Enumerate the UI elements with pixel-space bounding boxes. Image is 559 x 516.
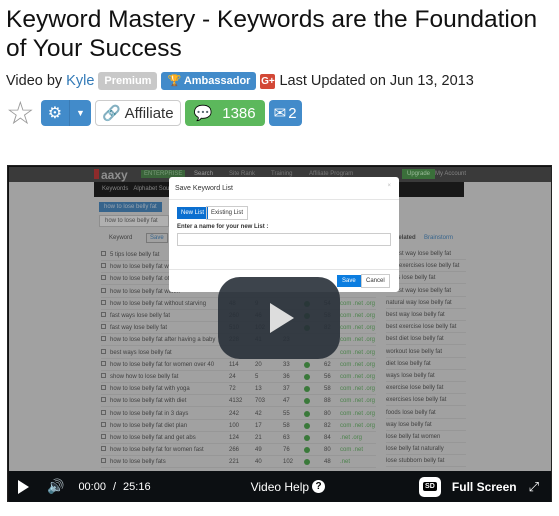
fullscreen-label[interactable]: Full Screen: [452, 480, 517, 494]
modal-cancel-button: Cancel: [361, 274, 390, 288]
play-button[interactable]: [18, 479, 29, 494]
comment-icon: 💬: [193, 105, 213, 122]
list-name-input: [177, 233, 391, 246]
page-title: Keyword Mastery - Keywords are the Found…: [6, 6, 538, 62]
action-bar: ☆ ⚙ ▼ 🔗 Affiliate 💬 1386 ✉ 2: [6, 97, 302, 129]
gear-icon: ⚙: [47, 105, 63, 122]
envelope-icon: ✉: [273, 105, 287, 122]
tab-new-list: New List: [177, 207, 209, 219]
video-controls: 🔊 00:00 / 25:16 Video Help? SD Full Scre…: [9, 471, 551, 502]
link-icon: 🔗: [101, 105, 121, 122]
ambassador-label: Ambassador: [183, 75, 251, 87]
affiliate-button[interactable]: 🔗 Affiliate: [94, 100, 181, 126]
last-updated: Last Updated on Jun 13, 2013: [279, 73, 474, 89]
list-name-label: Enter a name for your new List :: [177, 224, 269, 230]
trophy-icon: 🏆: [167, 75, 182, 87]
author-link[interactable]: Kyle: [66, 73, 94, 89]
video-player[interactable]: aaxy ENTERPRISE Search Site Rank Trainin…: [7, 165, 552, 502]
settings-dropdown-button[interactable]: ⚙ ▼: [40, 100, 91, 126]
modal-close-icon: ×: [387, 183, 391, 189]
google-plus-icon[interactable]: G+: [260, 73, 276, 89]
video-help-link[interactable]: Video Help?: [251, 480, 326, 494]
save-keyword-list-modal: Save Keyword List × New List Existing Li…: [169, 177, 399, 292]
video-meta: Video by Kyle Premium 🏆 Ambassador G+ La…: [6, 72, 474, 90]
video-help-label: Video Help: [250, 479, 310, 494]
modal-title: Save Keyword List: [175, 185, 233, 192]
caret-down-icon: ▼: [69, 100, 91, 126]
affiliate-label: Affiliate: [124, 104, 174, 122]
tab-existing-list: Existing List: [206, 206, 249, 220]
modal-save-button: Save: [337, 275, 361, 287]
time-separator: /: [112, 480, 117, 493]
quality-label: SD: [423, 482, 437, 491]
quality-sd-button[interactable]: SD: [418, 476, 441, 497]
fullscreen-icon[interactable]: ⤢: [529, 479, 539, 495]
help-icon: ?: [312, 480, 326, 493]
volume-icon[interactable]: 🔊: [47, 478, 64, 495]
play-overlay-button[interactable]: [218, 277, 340, 359]
play-icon: [270, 303, 294, 333]
video-frame[interactable]: aaxy ENTERPRISE Search Site Rank Trainin…: [9, 167, 551, 471]
current-time: 00:00: [78, 480, 106, 493]
messages-button[interactable]: ✉ 2: [268, 100, 302, 126]
premium-badge: Premium: [98, 72, 158, 90]
comments-button[interactable]: 💬 1386: [184, 100, 265, 126]
duration: 25:16: [123, 480, 151, 493]
messages-count: 2: [288, 104, 297, 122]
ambassador-badge: 🏆 Ambassador: [161, 72, 257, 90]
comments-count: 1386: [222, 104, 256, 122]
video-by-label: Video by: [6, 73, 63, 89]
favorite-star-icon[interactable]: ☆: [6, 97, 35, 129]
